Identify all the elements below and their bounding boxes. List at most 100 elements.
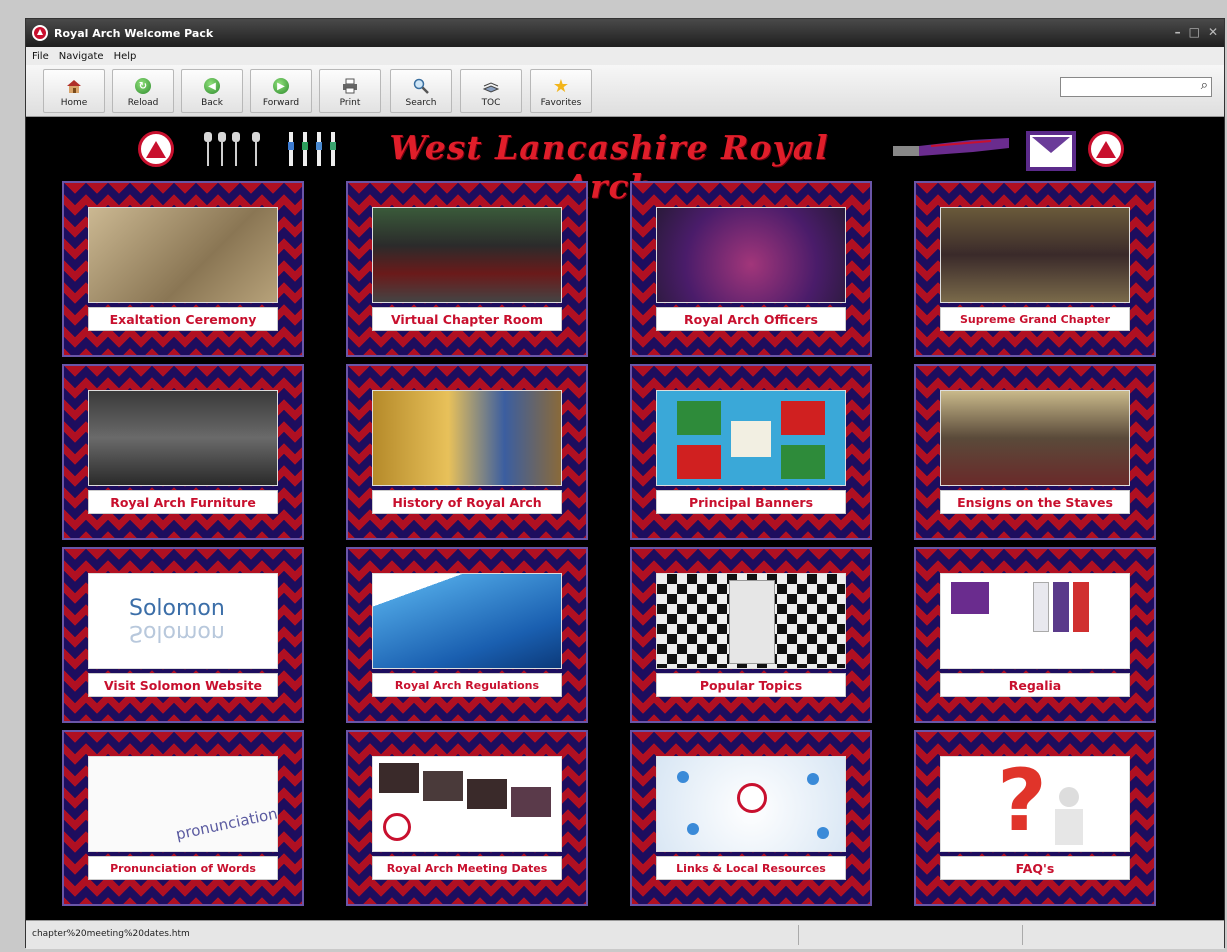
menu-bar: File Navigate Help bbox=[26, 47, 1224, 65]
sceptre-icon bbox=[204, 132, 212, 166]
tile-label: Exaltation Ceremony bbox=[88, 307, 278, 331]
tile-ensigns-on-the-staves[interactable]: Ensigns on the Staves bbox=[914, 364, 1156, 540]
welcome-pack-page: West Lancashire Royal Arch Exaltation Ce… bbox=[26, 118, 1224, 920]
window-controls: – □ ✕ bbox=[1175, 25, 1218, 39]
tile-label: Royal Arch Regulations bbox=[372, 673, 562, 697]
toolbar: Home ↻ Reload ◀ Back ▶ Forward Print Sea… bbox=[26, 65, 1224, 117]
reload-icon: ↻ bbox=[134, 77, 152, 95]
network-links-image bbox=[656, 756, 846, 852]
tile-label: Regalia bbox=[940, 673, 1130, 697]
regalia-image bbox=[940, 573, 1130, 669]
royal-arch-emblem-icon bbox=[138, 131, 174, 167]
reload-button[interactable]: ↻ Reload bbox=[112, 69, 174, 113]
tile-label: History of Royal Arch bbox=[372, 490, 562, 514]
tile-virtual-chapter-room[interactable]: Virtual Chapter Room bbox=[346, 181, 588, 357]
tile-label: Royal Arch Furniture bbox=[88, 490, 278, 514]
virtual-chapter-room-image bbox=[372, 207, 562, 303]
status-bar: chapter%20meeting%20dates.htm bbox=[26, 920, 1224, 949]
close-button[interactable]: ✕ bbox=[1208, 25, 1218, 39]
sceptre-icon bbox=[232, 132, 240, 166]
tile-principal-banners[interactable]: Principal Banners bbox=[630, 364, 872, 540]
question-mark-image: ? bbox=[940, 756, 1130, 852]
ensigns-on-the-staves-image bbox=[940, 390, 1130, 486]
popular-topics-image bbox=[656, 573, 846, 669]
exaltation-ceremony-image bbox=[88, 207, 278, 303]
tile-royal-arch-officers[interactable]: Royal Arch Officers bbox=[630, 181, 872, 357]
staff-icon bbox=[302, 132, 308, 166]
window-title: Royal Arch Welcome Pack bbox=[54, 26, 214, 40]
tile-exaltation-ceremony[interactable]: Exaltation Ceremony bbox=[62, 181, 304, 357]
status-divider bbox=[1022, 925, 1023, 945]
forward-label: Forward bbox=[262, 98, 300, 108]
back-button[interactable]: ◀ Back bbox=[181, 69, 243, 113]
home-label: Home bbox=[60, 98, 88, 108]
history-of-royal-arch-image bbox=[372, 390, 562, 486]
staff-icon bbox=[316, 132, 322, 166]
staff-icon bbox=[288, 132, 294, 166]
home-icon bbox=[65, 77, 83, 95]
search-label: Search bbox=[405, 98, 437, 108]
tile-popular-topics[interactable]: Popular Topics bbox=[630, 547, 872, 723]
tile-grid: Exaltation Ceremony Virtual Chapter Room… bbox=[62, 181, 1192, 916]
tile-regalia[interactable]: Regalia bbox=[914, 547, 1156, 723]
meeting-dates-image bbox=[372, 756, 562, 852]
tile-visit-solomon-website[interactable]: Solomon Solomon Visit Solomon Website bbox=[62, 547, 304, 723]
maximize-button[interactable]: □ bbox=[1189, 25, 1200, 39]
page-banner: West Lancashire Royal Arch bbox=[26, 118, 1224, 206]
print-button[interactable]: Print bbox=[319, 69, 381, 113]
status-divider bbox=[798, 925, 799, 945]
tile-supreme-grand-chapter[interactable]: Supreme Grand Chapter bbox=[914, 181, 1156, 357]
tile-faqs[interactable]: ? FAQ's bbox=[914, 730, 1156, 906]
home-button[interactable]: Home bbox=[43, 69, 105, 113]
status-text: chapter%20meeting%20dates.htm bbox=[32, 929, 190, 939]
search-icon[interactable]: ⌕ bbox=[1201, 78, 1208, 93]
tile-links-local-resources[interactable]: Links & Local Resources bbox=[630, 730, 872, 906]
menu-file[interactable]: File bbox=[32, 51, 49, 62]
search-field[interactable]: ⌕ bbox=[1060, 77, 1212, 97]
favorites-label: Favorites bbox=[540, 98, 582, 108]
tile-label: Links & Local Resources bbox=[656, 856, 846, 880]
search-button[interactable]: Search bbox=[390, 69, 452, 113]
print-label: Print bbox=[339, 98, 361, 108]
royal-arch-app-icon bbox=[32, 25, 48, 41]
tile-history-of-royal-arch[interactable]: History of Royal Arch bbox=[346, 364, 588, 540]
royal-arch-emblem-icon bbox=[1088, 131, 1124, 167]
menu-help[interactable]: Help bbox=[114, 51, 137, 62]
tile-label: FAQ's bbox=[940, 856, 1130, 880]
tile-label: Ensigns on the Staves bbox=[940, 490, 1130, 514]
tile-royal-arch-regulations[interactable]: Royal Arch Regulations bbox=[346, 547, 588, 723]
tile-royal-arch-furniture[interactable]: Royal Arch Furniture bbox=[62, 364, 304, 540]
book-icon bbox=[482, 77, 500, 95]
title-bar[interactable]: Royal Arch Welcome Pack – □ ✕ bbox=[26, 19, 1224, 47]
tile-royal-arch-meeting-dates[interactable]: Royal Arch Meeting Dates bbox=[346, 730, 588, 906]
sceptre-icon bbox=[218, 132, 226, 166]
tile-label: Supreme Grand Chapter bbox=[940, 307, 1130, 331]
tile-label: Royal Arch Officers bbox=[656, 307, 846, 331]
back-arrow-icon: ◀ bbox=[203, 77, 221, 95]
principal-banners-image bbox=[656, 390, 846, 486]
solomon-logo-reflection: Solomon bbox=[129, 620, 225, 645]
royal-arch-furniture-image bbox=[88, 390, 278, 486]
sceptre-icon bbox=[252, 132, 260, 166]
toc-button[interactable]: TOC bbox=[460, 69, 522, 113]
forward-button[interactable]: ▶ Forward bbox=[250, 69, 312, 113]
staff-icon bbox=[330, 132, 336, 166]
printer-icon bbox=[341, 77, 359, 95]
tile-pronunciation-of-words[interactable]: pronunciation Pronunciation of Words bbox=[62, 730, 304, 906]
minimize-button[interactable]: – bbox=[1175, 25, 1181, 39]
question-mark-icon: ? bbox=[997, 756, 1047, 851]
tile-label: Principal Banners bbox=[656, 490, 846, 514]
solomon-logo-text: Solomon bbox=[129, 596, 225, 621]
collar-icon bbox=[893, 138, 1009, 156]
app-window: Royal Arch Welcome Pack – □ ✕ File Navig… bbox=[25, 18, 1225, 949]
menu-navigate[interactable]: Navigate bbox=[59, 51, 104, 62]
tile-label: Virtual Chapter Room bbox=[372, 307, 562, 331]
favorites-button[interactable]: ★ Favorites bbox=[530, 69, 592, 113]
back-label: Back bbox=[201, 98, 223, 108]
solomon-logo-image: Solomon Solomon bbox=[88, 573, 278, 669]
supreme-grand-chapter-image bbox=[940, 207, 1130, 303]
royal-arch-regulations-image bbox=[372, 573, 562, 669]
magnifier-icon bbox=[412, 77, 430, 95]
royal-arch-officers-image bbox=[656, 207, 846, 303]
tile-label: Royal Arch Meeting Dates bbox=[372, 856, 562, 880]
